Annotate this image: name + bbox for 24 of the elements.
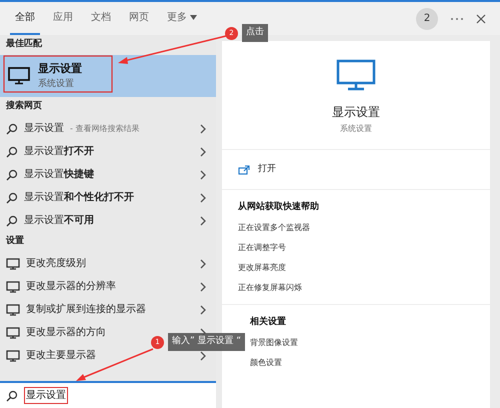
section-title: 搜索网页 — [6, 99, 42, 114]
search-value: 显示设置 — [24, 387, 68, 404]
section-title: 相关设置 — [250, 315, 287, 330]
item-label: 显示设置快捷键 — [24, 168, 94, 182]
item-label: 更改亮度级别 — [26, 256, 86, 271]
callout-tooltip: 输入” 显示设置 “ — [168, 333, 246, 351]
item-label: 显示设置 — [24, 122, 64, 136]
item-label: 更改主要显示器 — [26, 348, 96, 363]
item-title: 显示设置 — [38, 61, 82, 77]
section-title: 设置 — [6, 234, 24, 248]
item-label: 显示设置和个性化打不开 — [24, 190, 134, 205]
item-label: 更改显示器的方向 — [26, 326, 106, 340]
preview-title: 显示设置 — [332, 104, 380, 121]
item-subtitle: 系统设置 — [38, 78, 75, 90]
preview-subtitle: 系统设置 — [340, 123, 372, 135]
callout-tooltip: 点击 — [242, 24, 268, 42]
item-label: 更改显示器的分辨率 — [26, 280, 116, 294]
item-label: 显示设置不可用 — [24, 214, 94, 228]
item-label: 复制或扩展到连接的显示器 — [26, 302, 146, 317]
item-hint: - 查看网络搜索结果 — [70, 122, 140, 134]
count-badge: 2 — [416, 8, 438, 30]
item-label: 显示设置打不开 — [24, 144, 94, 159]
section-title: 从网站获取快速帮助 — [238, 200, 320, 214]
section-title: 最佳匹配 — [6, 38, 42, 52]
